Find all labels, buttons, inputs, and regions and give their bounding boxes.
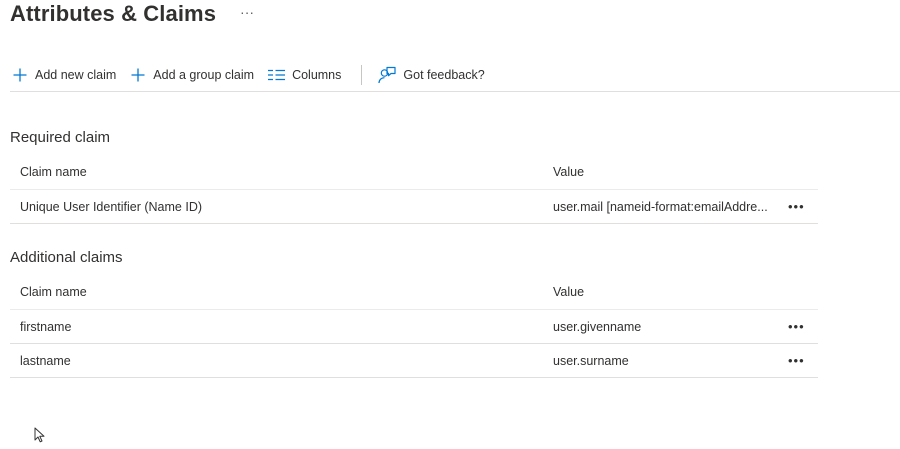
required-claim-heading: Required claim	[10, 129, 111, 146]
add-group-claim-label: Add a group claim	[153, 67, 255, 82]
got-feedback-button[interactable]: Got feedback?	[374, 59, 488, 91]
column-header-value[interactable]: Value	[543, 155, 778, 190]
columns-label: Columns	[292, 67, 342, 82]
table-row[interactable]: lastname user.surname •••	[10, 343, 818, 378]
claim-value-cell: user.surname	[543, 343, 778, 378]
add-group-claim-button[interactable]: Add a group claim	[126, 59, 258, 91]
claim-value-cell: user.mail [nameid-format:emailAddre...	[543, 189, 778, 224]
row-more-options-button[interactable]: •••	[778, 309, 818, 344]
claim-name-cell: Unique User Identifier (Name ID)	[10, 189, 543, 224]
claim-name-cell: firstname	[10, 309, 543, 344]
column-header-actions	[778, 155, 818, 190]
columns-button[interactable]: Columns	[264, 59, 345, 91]
plus-icon	[12, 67, 28, 83]
feedback-icon	[378, 66, 396, 84]
page-title: Attributes & Claims	[10, 1, 217, 26]
required-claim-table: Claim name Value Unique User Identifier …	[10, 155, 818, 224]
add-new-claim-label: Add new claim	[35, 67, 117, 82]
row-more-options-button[interactable]: •••	[778, 343, 818, 378]
more-options-button[interactable]: ···	[240, 4, 254, 20]
got-feedback-label: Got feedback?	[403, 67, 485, 82]
column-header-claim-name[interactable]: Claim name	[10, 275, 543, 310]
title-row: Attributes & Claims ···	[10, 0, 254, 28]
column-header-claim-name[interactable]: Claim name	[10, 155, 543, 190]
add-new-claim-button[interactable]: Add new claim	[10, 59, 120, 91]
column-header-value[interactable]: Value	[543, 275, 778, 310]
row-more-options-button[interactable]: •••	[778, 189, 818, 224]
plus-icon	[130, 67, 146, 83]
table-row[interactable]: Unique User Identifier (Name ID) user.ma…	[10, 189, 818, 224]
command-bar: Add new claim Add a group claim Columns …	[10, 58, 900, 92]
additional-claims-table: Claim name Value firstname user.givennam…	[10, 275, 818, 378]
columns-icon	[268, 69, 286, 81]
claim-value-cell: user.givenname	[543, 309, 778, 344]
toolbar-divider	[361, 64, 363, 85]
mouse-cursor-icon	[34, 427, 45, 448]
table-header-row: Claim name Value	[10, 155, 818, 190]
table-row[interactable]: firstname user.givenname •••	[10, 309, 818, 344]
column-header-actions	[778, 275, 818, 310]
additional-claims-heading: Additional claims	[10, 249, 123, 266]
claim-name-cell: lastname	[10, 343, 543, 378]
table-header-row: Claim name Value	[10, 275, 818, 310]
